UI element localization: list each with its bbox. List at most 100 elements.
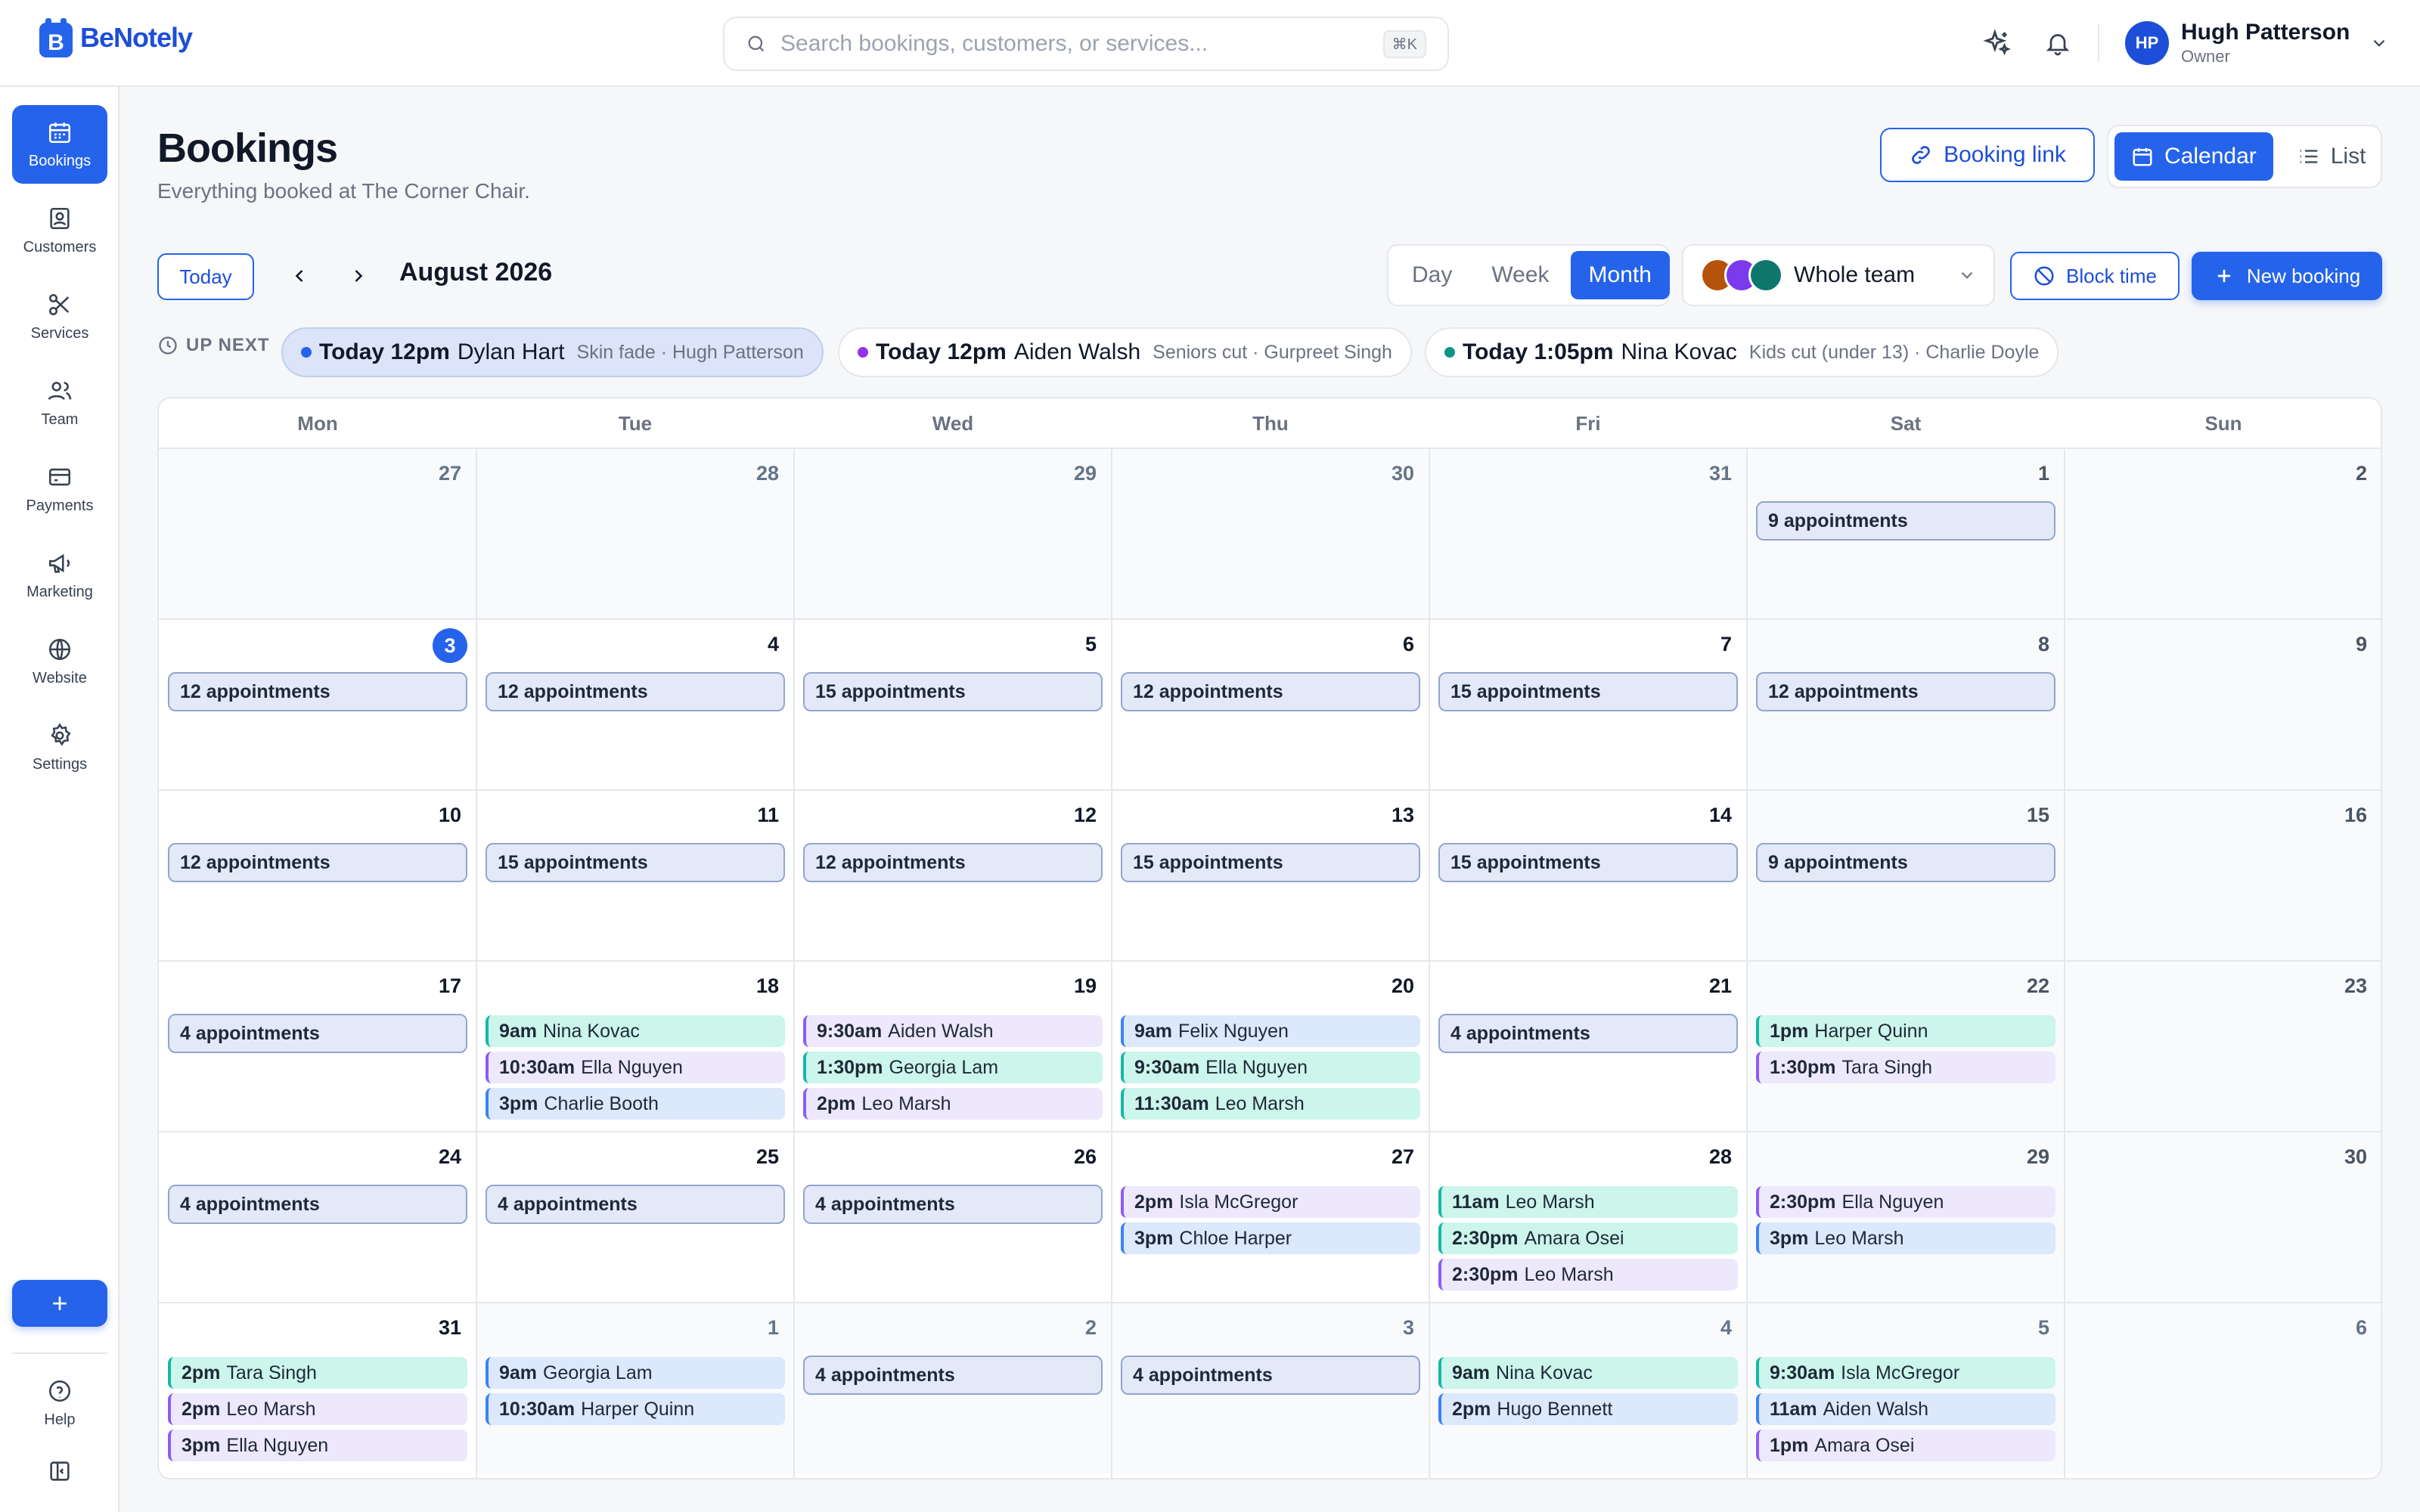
- appointment-item[interactable]: 1pm Amara Osei: [1756, 1430, 2055, 1461]
- bell-icon[interactable]: [2040, 26, 2075, 60]
- appointment-count[interactable]: 12 appointments: [1756, 672, 2055, 711]
- day-cell[interactable]: 13 15 appointments: [1112, 790, 1429, 961]
- quick-add-button[interactable]: +: [12, 1280, 107, 1327]
- day-cell[interactable]: 2 4 appointments: [794, 1303, 1112, 1473]
- appointment-item[interactable]: 9am Nina Kovac: [1438, 1357, 1738, 1389]
- appointment-count[interactable]: 4 appointments: [486, 1185, 785, 1224]
- day-cell[interactable]: 25 4 appointments: [476, 1132, 794, 1303]
- day-cell[interactable]: 4 12 appointments: [476, 619, 794, 790]
- next-month-button[interactable]: [340, 258, 377, 294]
- appointment-item[interactable]: 2:30pm Leo Marsh: [1438, 1259, 1738, 1290]
- appointment-item[interactable]: 3pm Ella Nguyen: [168, 1430, 467, 1461]
- appointment-count[interactable]: 15 appointments: [486, 843, 785, 882]
- search-input[interactable]: [780, 31, 1383, 57]
- appointment-item[interactable]: 11am Aiden Walsh: [1756, 1393, 2055, 1425]
- day-cell[interactable]: 21 4 appointments: [1429, 961, 1747, 1132]
- user-menu[interactable]: HP Hugh Patterson Owner: [2125, 20, 2389, 67]
- appointment-item[interactable]: 9:30am Aiden Walsh: [803, 1015, 1103, 1047]
- search-bar[interactable]: ⌘K: [723, 17, 1449, 71]
- day-cell[interactable]: 28 11am Leo Marsh 2:30pm Amara Osei 2:30pm Leo…: [1429, 1132, 1747, 1303]
- day-cell[interactable]: 2: [2065, 448, 2381, 619]
- appointment-count[interactable]: 12 appointments: [1121, 672, 1420, 711]
- appointment-item[interactable]: 1pm Harper Quinn: [1756, 1015, 2055, 1047]
- day-cell[interactable]: 20 9am Felix Nguyen 9:30am Ella Nguyen 11:30a…: [1112, 961, 1429, 1132]
- appointment-count[interactable]: 4 appointments: [803, 1185, 1103, 1224]
- month-view-tab[interactable]: Month: [1570, 251, 1670, 299]
- day-cell[interactable]: 26 4 appointments: [794, 1132, 1112, 1303]
- day-cell[interactable]: 31: [1429, 448, 1747, 619]
- appointment-count[interactable]: 15 appointments: [803, 672, 1103, 711]
- day-cell[interactable]: 10 12 appointments: [159, 790, 476, 961]
- day-cell[interactable]: 16: [2065, 790, 2381, 961]
- day-cell[interactable]: 5 15 appointments: [794, 619, 1112, 790]
- day-cell[interactable]: 14 15 appointments: [1429, 790, 1747, 961]
- day-cell[interactable]: 29 2:30pm Ella Nguyen 3pm Leo Marsh: [1747, 1132, 2065, 1303]
- up-next-chip[interactable]: Today 1:05pm Nina Kovac Kids cut (under …: [1425, 327, 2059, 377]
- day-cell[interactable]: 19 9:30am Aiden Walsh 1:30pm Georgia Lam 2pm L…: [794, 961, 1112, 1132]
- appointment-item[interactable]: 9am Felix Nguyen: [1121, 1015, 1420, 1047]
- calendar-view-button[interactable]: Calendar: [2114, 132, 2273, 181]
- day-cell[interactable]: 5 9:30am Isla McGregor 11am Aiden Walsh 1pm Am…: [1747, 1303, 2065, 1473]
- booking-link-button[interactable]: Booking link: [1880, 128, 2095, 182]
- appointment-count[interactable]: 4 appointments: [1121, 1356, 1420, 1395]
- sparkles-icon[interactable]: [1980, 26, 2015, 60]
- day-cell[interactable]: 1 9 appointments: [1747, 448, 2065, 619]
- app-logo[interactable]: B BeNotely: [38, 17, 193, 59]
- day-cell[interactable]: 6: [2065, 1303, 2381, 1473]
- appointment-item[interactable]: 3pm Charlie Booth: [486, 1088, 785, 1120]
- appointment-count[interactable]: 4 appointments: [803, 1356, 1103, 1395]
- day-cell[interactable]: 15 9 appointments: [1747, 790, 2065, 961]
- sidebar-item-bookings[interactable]: Bookings: [12, 105, 107, 184]
- appointment-item[interactable]: 11am Leo Marsh: [1438, 1186, 1738, 1218]
- appointment-count[interactable]: 9 appointments: [1756, 843, 2055, 882]
- day-view-tab[interactable]: Day: [1394, 251, 1470, 299]
- appointment-count[interactable]: 4 appointments: [168, 1014, 467, 1053]
- appointment-item[interactable]: 9am Georgia Lam: [486, 1357, 785, 1389]
- day-cell[interactable]: 31 2pm Tara Singh 2pm Leo Marsh 3pm Ella Nguye…: [159, 1303, 476, 1473]
- appointment-count[interactable]: 12 appointments: [168, 843, 467, 882]
- sidebar-item-help[interactable]: Help: [12, 1369, 107, 1437]
- appointment-item[interactable]: 2pm Tara Singh: [168, 1357, 467, 1389]
- appointment-count[interactable]: 12 appointments: [486, 672, 785, 711]
- day-cell[interactable]: 27 2pm Isla McGregor 3pm Chloe Harper: [1112, 1132, 1429, 1303]
- appointment-count[interactable]: 9 appointments: [1756, 501, 2055, 541]
- day-cell[interactable]: 4 9am Nina Kovac 2pm Hugo Bennett: [1429, 1303, 1747, 1473]
- new-booking-button[interactable]: New booking: [2192, 252, 2382, 300]
- appointment-item[interactable]: 3pm Chloe Harper: [1121, 1222, 1420, 1254]
- day-cell[interactable]: 18 9am Nina Kovac 10:30am Ella Nguyen 3pm Char…: [476, 961, 794, 1132]
- day-cell[interactable]: 6 12 appointments: [1112, 619, 1429, 790]
- appointment-count[interactable]: 4 appointments: [168, 1185, 467, 1224]
- day-cell[interactable]: 12 12 appointments: [794, 790, 1112, 961]
- appointment-item[interactable]: 9:30am Isla McGregor: [1756, 1357, 2055, 1389]
- day-cell[interactable]: 11 15 appointments: [476, 790, 794, 961]
- appointment-item[interactable]: 1:30pm Tara Singh: [1756, 1052, 2055, 1083]
- sidebar-item-settings[interactable]: Settings: [12, 708, 107, 787]
- appointment-item[interactable]: 2pm Hugo Bennett: [1438, 1393, 1738, 1425]
- appointment-item[interactable]: 10:30am Harper Quinn: [486, 1393, 785, 1425]
- list-view-button[interactable]: List: [2281, 132, 2383, 181]
- appointment-item[interactable]: 11:30am Leo Marsh: [1121, 1088, 1420, 1120]
- sidebar-item-services[interactable]: Services: [12, 277, 107, 356]
- appointment-count[interactable]: 4 appointments: [1438, 1014, 1738, 1053]
- appointment-item[interactable]: 10:30am Ella Nguyen: [486, 1052, 785, 1083]
- day-cell[interactable]: 30: [2065, 1132, 2381, 1303]
- day-cell[interactable]: 27: [159, 448, 476, 619]
- sidebar-item-customers[interactable]: Customers: [12, 191, 107, 270]
- appointment-item[interactable]: 2pm Isla McGregor: [1121, 1186, 1420, 1218]
- day-cell[interactable]: 29: [794, 448, 1112, 619]
- appointment-count[interactable]: 12 appointments: [803, 843, 1103, 882]
- day-cell[interactable]: 30: [1112, 448, 1429, 619]
- today-button[interactable]: Today: [157, 253, 254, 300]
- appointment-item[interactable]: 2:30pm Amara Osei: [1438, 1222, 1738, 1254]
- day-cell[interactable]: 23: [2065, 961, 2381, 1132]
- appointment-item[interactable]: 9am Nina Kovac: [486, 1015, 785, 1047]
- appointment-item[interactable]: 1:30pm Georgia Lam: [803, 1052, 1103, 1083]
- sidebar-item-marketing[interactable]: Marketing: [12, 536, 107, 615]
- day-cell[interactable]: 24 4 appointments: [159, 1132, 476, 1303]
- appointment-item[interactable]: 2pm Leo Marsh: [803, 1088, 1103, 1120]
- up-next-chip[interactable]: Today 12pm Dylan Hart Skin fade · Hugh P…: [281, 327, 824, 377]
- day-cell[interactable]: 17 4 appointments: [159, 961, 476, 1132]
- up-next-chip[interactable]: Today 12pm Aiden Walsh Seniors cut · Gur…: [838, 327, 1412, 377]
- appointment-count[interactable]: 12 appointments: [168, 672, 467, 711]
- appointment-count[interactable]: 15 appointments: [1438, 672, 1738, 711]
